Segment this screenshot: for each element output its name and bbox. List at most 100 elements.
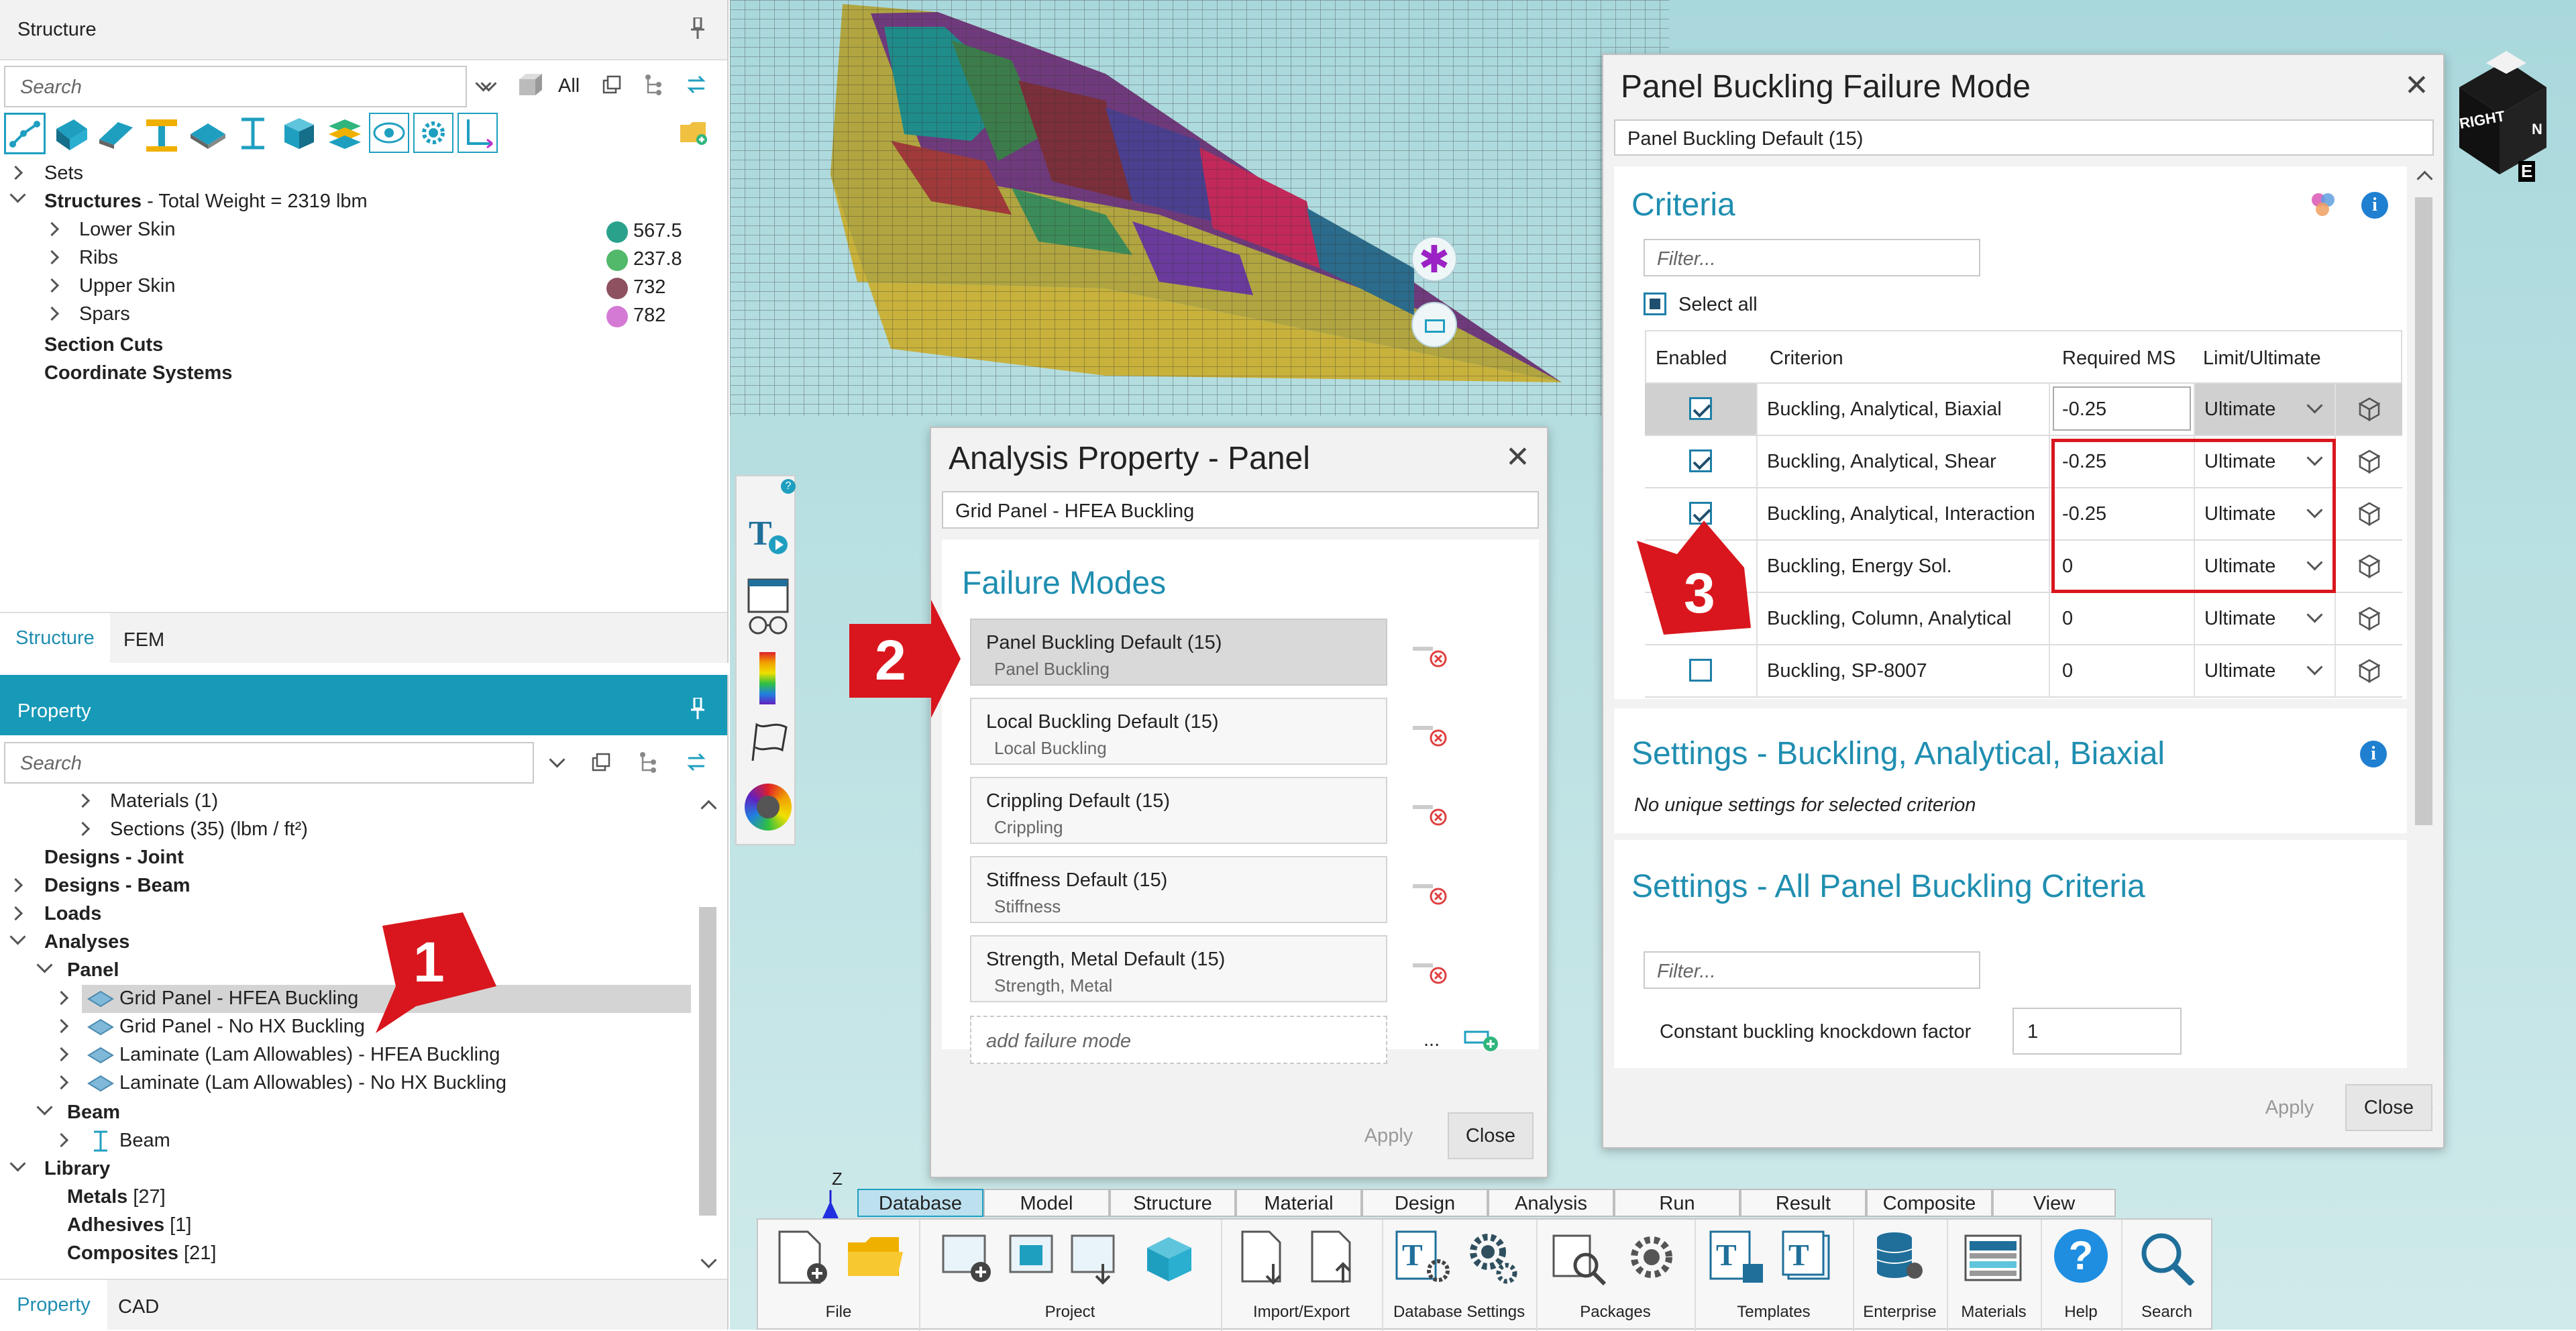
package-settings-icon[interactable]: [1622, 1229, 1682, 1290]
tab-design[interactable]: Design: [1362, 1189, 1488, 1217]
tab-model[interactable]: Model: [983, 1189, 1110, 1217]
enterprise-group[interactable]: Enterprise: [1853, 1220, 1948, 1331]
project-group[interactable]: Project: [919, 1220, 1222, 1331]
pin-icon[interactable]: [691, 16, 704, 40]
collapse-icon[interactable]: [36, 957, 53, 973]
tab-material[interactable]: Material: [1236, 1189, 1362, 1217]
tree-item-panel[interactable]: Panel: [67, 959, 119, 981]
tree-item-designs-beam[interactable]: Designs - Beam: [44, 875, 191, 897]
folder-add-icon[interactable]: [679, 119, 708, 150]
materials-group[interactable]: Materials: [1947, 1220, 2042, 1331]
tab-cad[interactable]: CAD: [118, 1296, 159, 1318]
copy-icon[interactable]: [592, 753, 610, 775]
settings-filter-input[interactable]: Filter...: [1644, 951, 1980, 989]
save-project-icon[interactable]: [1006, 1229, 1064, 1290]
scroll-thumb[interactable]: [2415, 197, 2432, 825]
eye-tool-icon[interactable]: [369, 113, 409, 153]
ibeam-tool-icon[interactable]: [232, 113, 274, 158]
help-icon[interactable]: ?: [2054, 1229, 2108, 1283]
glasses-icon[interactable]: [746, 604, 790, 641]
expand-icon[interactable]: [8, 165, 23, 180]
rectangle-select-icon[interactable]: [1411, 302, 1457, 348]
tree-item-analyses[interactable]: Analyses: [44, 931, 129, 953]
add-failure-mode-icon[interactable]: [1464, 1026, 1500, 1057]
failure-mode-item[interactable]: Panel Buckling Default (15) Panel Buckli…: [970, 619, 1387, 686]
chevron-down-icon[interactable]: [2306, 659, 2323, 676]
plate-tool-icon[interactable]: [186, 113, 228, 158]
remove-failure-mode-icon[interactable]: [1411, 800, 1448, 830]
close-button[interactable]: Close: [1448, 1112, 1534, 1159]
shell-tool-icon[interactable]: [95, 113, 137, 158]
limit-ultimate-select[interactable]: Ultimate: [2204, 398, 2275, 421]
template-save-icon[interactable]: T: [1708, 1229, 1768, 1290]
knockdown-input[interactable]: 1: [2012, 1008, 2182, 1055]
sync-icon[interactable]: [686, 74, 707, 99]
scroll-up-icon[interactable]: [2416, 170, 2433, 187]
import-export-group[interactable]: Import/Export: [1221, 1220, 1383, 1331]
tree-item-section-cuts[interactable]: Section Cuts: [44, 334, 163, 356]
remove-failure-mode-icon[interactable]: [1411, 879, 1448, 909]
close-icon[interactable]: ✕: [1505, 440, 1530, 474]
buckling-name-field[interactable]: Panel Buckling Default (15): [1614, 119, 2434, 156]
structure-search-input[interactable]: Search: [4, 66, 497, 107]
search-group[interactable]: Search: [2121, 1220, 2212, 1331]
cube-settings-icon[interactable]: [2356, 605, 2383, 635]
limit-ultimate-select[interactable]: Ultimate: [2204, 608, 2275, 630]
help-group[interactable]: ? Help: [2041, 1220, 2123, 1331]
tree-item-spars[interactable]: Spars: [79, 303, 130, 325]
tree-item-lower-skin[interactable]: Lower Skin: [79, 219, 175, 241]
collapse-icon[interactable]: [36, 1099, 53, 1116]
close-button[interactable]: Close: [2345, 1084, 2432, 1131]
add-failure-mode-field[interactable]: add failure mode: [970, 1016, 1387, 1064]
failure-mode-item[interactable]: Strength, Metal Default (15) Strength, M…: [970, 935, 1387, 1002]
failure-mode-item[interactable]: Stiffness Default (15) Stiffness: [970, 856, 1387, 923]
layers-tool-icon[interactable]: [323, 113, 365, 158]
color-wheel-icon[interactable]: [745, 784, 792, 831]
templates-group[interactable]: T T Templates: [1695, 1220, 1854, 1331]
cube-settings-icon[interactable]: [2356, 448, 2383, 478]
materials-icon[interactable]: [1963, 1232, 2023, 1290]
remove-failure-mode-icon[interactable]: [1411, 958, 1448, 988]
apply-button[interactable]: Apply: [1346, 1112, 1432, 1159]
analysis-name-field[interactable]: Grid Panel - HFEA Buckling: [942, 491, 1539, 529]
text-template-icon[interactable]: T: [746, 515, 790, 562]
tree-item-ribs[interactable]: Ribs: [79, 247, 118, 269]
expand-icon[interactable]: [54, 1018, 69, 1034]
export-icon[interactable]: [1305, 1229, 1366, 1290]
tree-item-grid-panel-hfea[interactable]: Grid Panel - HFEA Buckling: [119, 988, 358, 1010]
tree-item-laminate-hfea[interactable]: Laminate (Lam Allowables) - HFEA Bucklin…: [119, 1044, 500, 1066]
criteria-filter-input[interactable]: Filter...: [1644, 239, 1980, 276]
tree-item-coordinate-systems[interactable]: Coordinate Systems: [44, 362, 232, 384]
tab-database[interactable]: Database: [857, 1189, 983, 1217]
new-project-icon[interactable]: [939, 1229, 997, 1290]
tree-item-library[interactable]: Library: [44, 1158, 110, 1180]
collapse-icon[interactable]: [9, 928, 26, 945]
box-tool-icon[interactable]: [278, 113, 319, 158]
chevron-down-icon[interactable]: [549, 751, 566, 768]
search-icon[interactable]: [2137, 1229, 2198, 1290]
apply-button[interactable]: Apply: [2246, 1084, 2333, 1131]
pin-icon[interactable]: [691, 696, 704, 724]
tree-item-loads[interactable]: Loads: [44, 903, 101, 925]
flag-icon[interactable]: [746, 721, 790, 767]
failure-mode-item[interactable]: Local Buckling Default (15) Local Buckli…: [970, 698, 1387, 765]
expand-icon[interactable]: [75, 821, 91, 837]
package-icon[interactable]: [1140, 1229, 1198, 1290]
template-settings-icon[interactable]: T: [1394, 1229, 1454, 1290]
tree-item-upper-skin[interactable]: Upper Skin: [79, 275, 175, 297]
buckling-scrollbar[interactable]: [2412, 165, 2436, 1120]
remove-failure-mode-icon[interactable]: [1411, 721, 1448, 751]
tab-view[interactable]: View: [1992, 1189, 2116, 1217]
tree-item-structures[interactable]: Structures - Total Weight = 2319 lbm: [44, 191, 368, 213]
chevron-down-icon[interactable]: [2306, 397, 2323, 414]
sync-icon[interactable]: [686, 751, 707, 776]
tree-item-metals[interactable]: Metals [27]: [67, 1186, 166, 1208]
tree-item-beam[interactable]: Beam: [119, 1130, 170, 1152]
file-group[interactable]: File: [758, 1220, 920, 1331]
hierarchy-icon[interactable]: [644, 74, 664, 99]
template-icon[interactable]: T: [1780, 1229, 1841, 1290]
view-cube[interactable]: RIGHT N E: [2446, 47, 2567, 182]
expand-icon[interactable]: [8, 906, 23, 921]
beam-section-tool-icon[interactable]: [141, 113, 182, 158]
table-row[interactable]: Buckling, SP-8007 0 Ultimate: [1645, 645, 2402, 698]
